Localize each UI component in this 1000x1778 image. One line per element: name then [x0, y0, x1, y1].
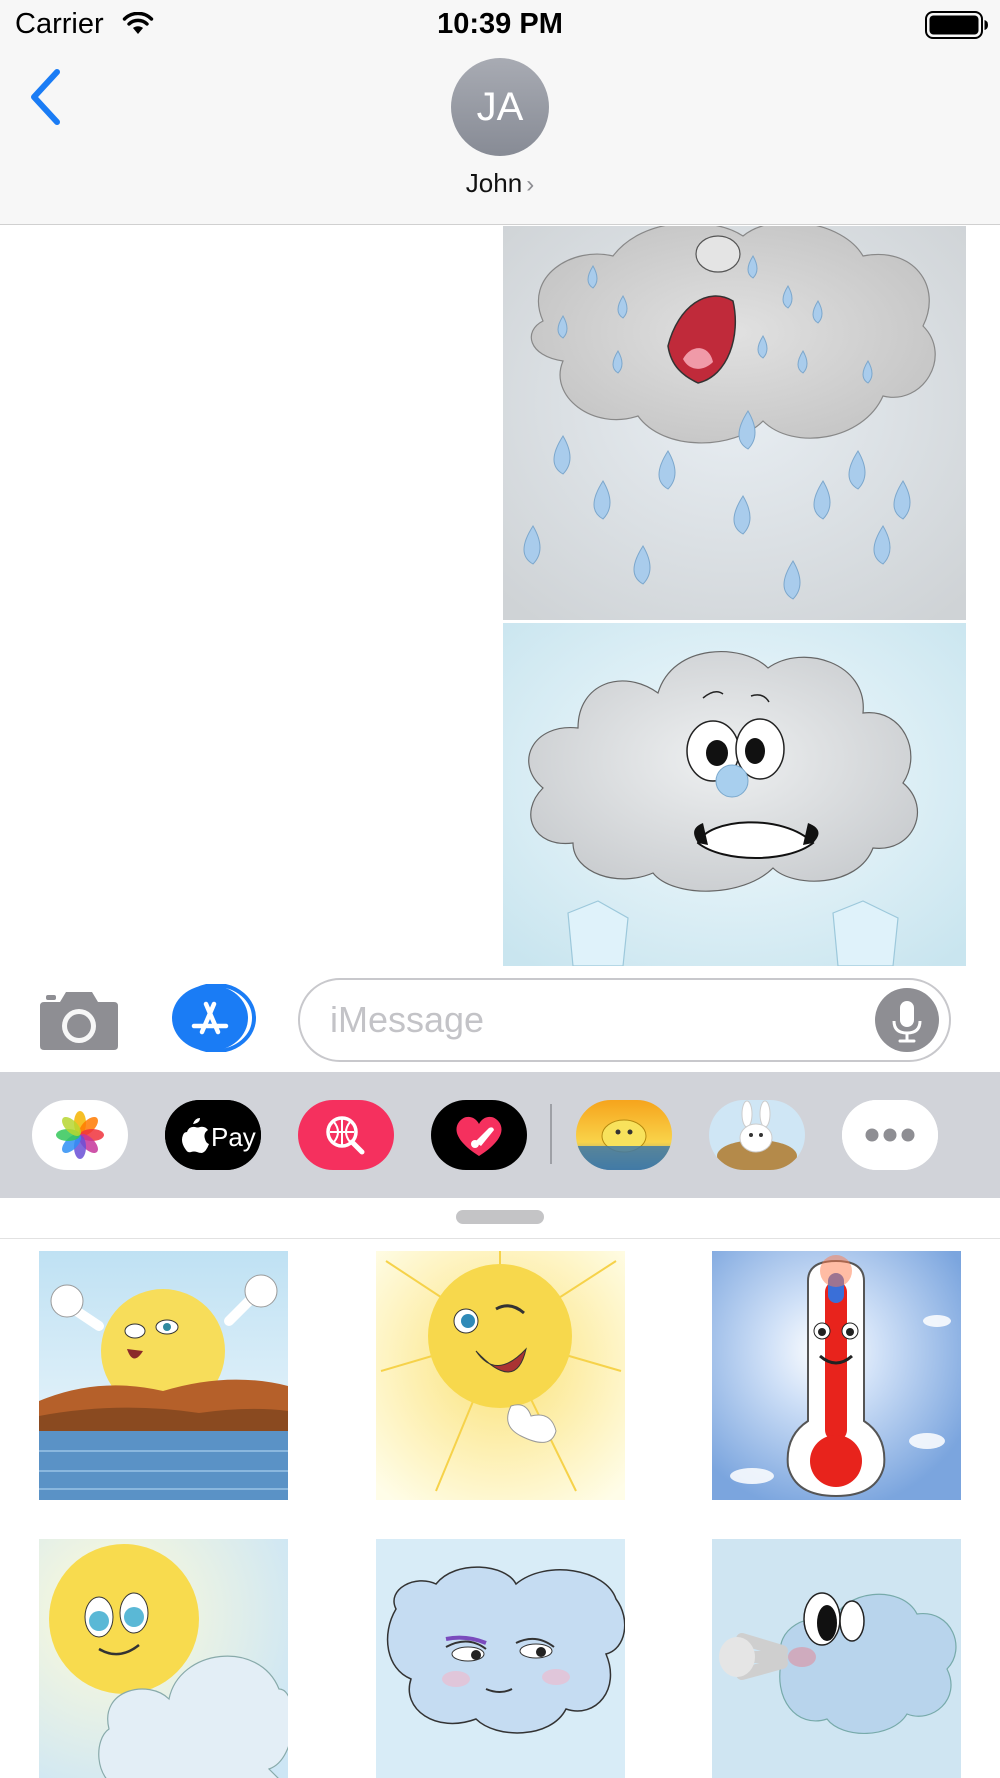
search-app-button[interactable]	[298, 1100, 394, 1170]
digital-touch-app-button[interactable]	[431, 1100, 527, 1170]
wind-cloud-illustration	[712, 1539, 961, 1778]
microphone-icon	[892, 1001, 922, 1043]
sticker-panel[interactable]	[0, 1198, 1000, 1778]
crying-cloud-illustration	[503, 226, 966, 620]
panel-divider	[0, 1238, 1000, 1239]
sun-cloud-illustration	[39, 1539, 288, 1778]
camera-icon	[40, 992, 118, 1050]
sticker-sly-blue-cloud[interactable]	[376, 1539, 625, 1778]
panel-grabber[interactable]	[456, 1210, 544, 1224]
app-drawer[interactable]: Pay	[0, 1072, 1000, 1198]
chevron-right-icon: ›	[526, 171, 535, 198]
drawer-divider	[550, 1104, 552, 1164]
web-search-icon	[298, 1100, 394, 1170]
chevron-left-icon	[31, 69, 60, 125]
contact-name: John	[465, 168, 523, 198]
more-icon	[842, 1100, 938, 1170]
bunny-sticker-app-icon	[709, 1100, 805, 1170]
back-button[interactable]	[22, 62, 72, 132]
contact-avatar[interactable]: JA	[451, 58, 549, 156]
app-store-icon	[172, 984, 256, 1052]
camera-button[interactable]	[38, 988, 120, 1052]
sun-lake-illustration	[39, 1251, 288, 1500]
avatar-initials: JA	[476, 84, 524, 129]
status-bar: Carrier 10:39 PM	[0, 0, 1000, 50]
apple-pay-label: Pay	[211, 1122, 256, 1152]
compose-bar	[0, 966, 1000, 1072]
status-time: 10:39 PM	[437, 8, 563, 40]
digital-touch-heart-icon	[431, 1100, 527, 1170]
dictation-button[interactable]	[875, 988, 939, 1052]
sun-thumbs-up-illustration	[376, 1251, 625, 1500]
sticker-hot-thermometer[interactable]	[712, 1251, 961, 1500]
crying-rain-cloud-sticker[interactable]	[503, 226, 966, 620]
sticker-happy-sun-over-lake[interactable]	[39, 1251, 288, 1500]
photos-icon	[32, 1100, 128, 1170]
sticker-shy-sun-behind-cloud[interactable]	[39, 1539, 288, 1778]
sticker-winking-sun-thumbs-up[interactable]	[376, 1251, 625, 1500]
app-store-button[interactable]	[170, 984, 256, 1052]
photos-app-button[interactable]	[32, 1100, 128, 1170]
thermometer-illustration	[712, 1251, 961, 1500]
apple-pay-app-button[interactable]: Pay	[165, 1100, 261, 1170]
more-apps-button[interactable]	[842, 1100, 938, 1170]
weather-sticker-app-button[interactable]	[576, 1100, 672, 1170]
message-list[interactable]	[0, 226, 1000, 966]
sun-sticker-app-icon	[576, 1100, 672, 1170]
sticker-blowing-wind-cloud[interactable]	[712, 1539, 961, 1778]
bunny-sticker-app-button[interactable]	[709, 1100, 805, 1170]
message-input[interactable]	[330, 994, 870, 1046]
imessage-field[interactable]	[298, 978, 951, 1062]
scared-cloud-ice-sticker[interactable]	[503, 623, 966, 966]
apple-pay-icon: Pay	[165, 1100, 261, 1170]
sly-cloud-illustration	[376, 1539, 625, 1778]
conversation-header: Carrier 10:39 PM JA John ›	[0, 0, 1000, 225]
battery-full-icon	[925, 11, 988, 39]
contact-name-button[interactable]: John ›	[0, 168, 1000, 199]
scared-cloud-illustration	[503, 623, 966, 966]
